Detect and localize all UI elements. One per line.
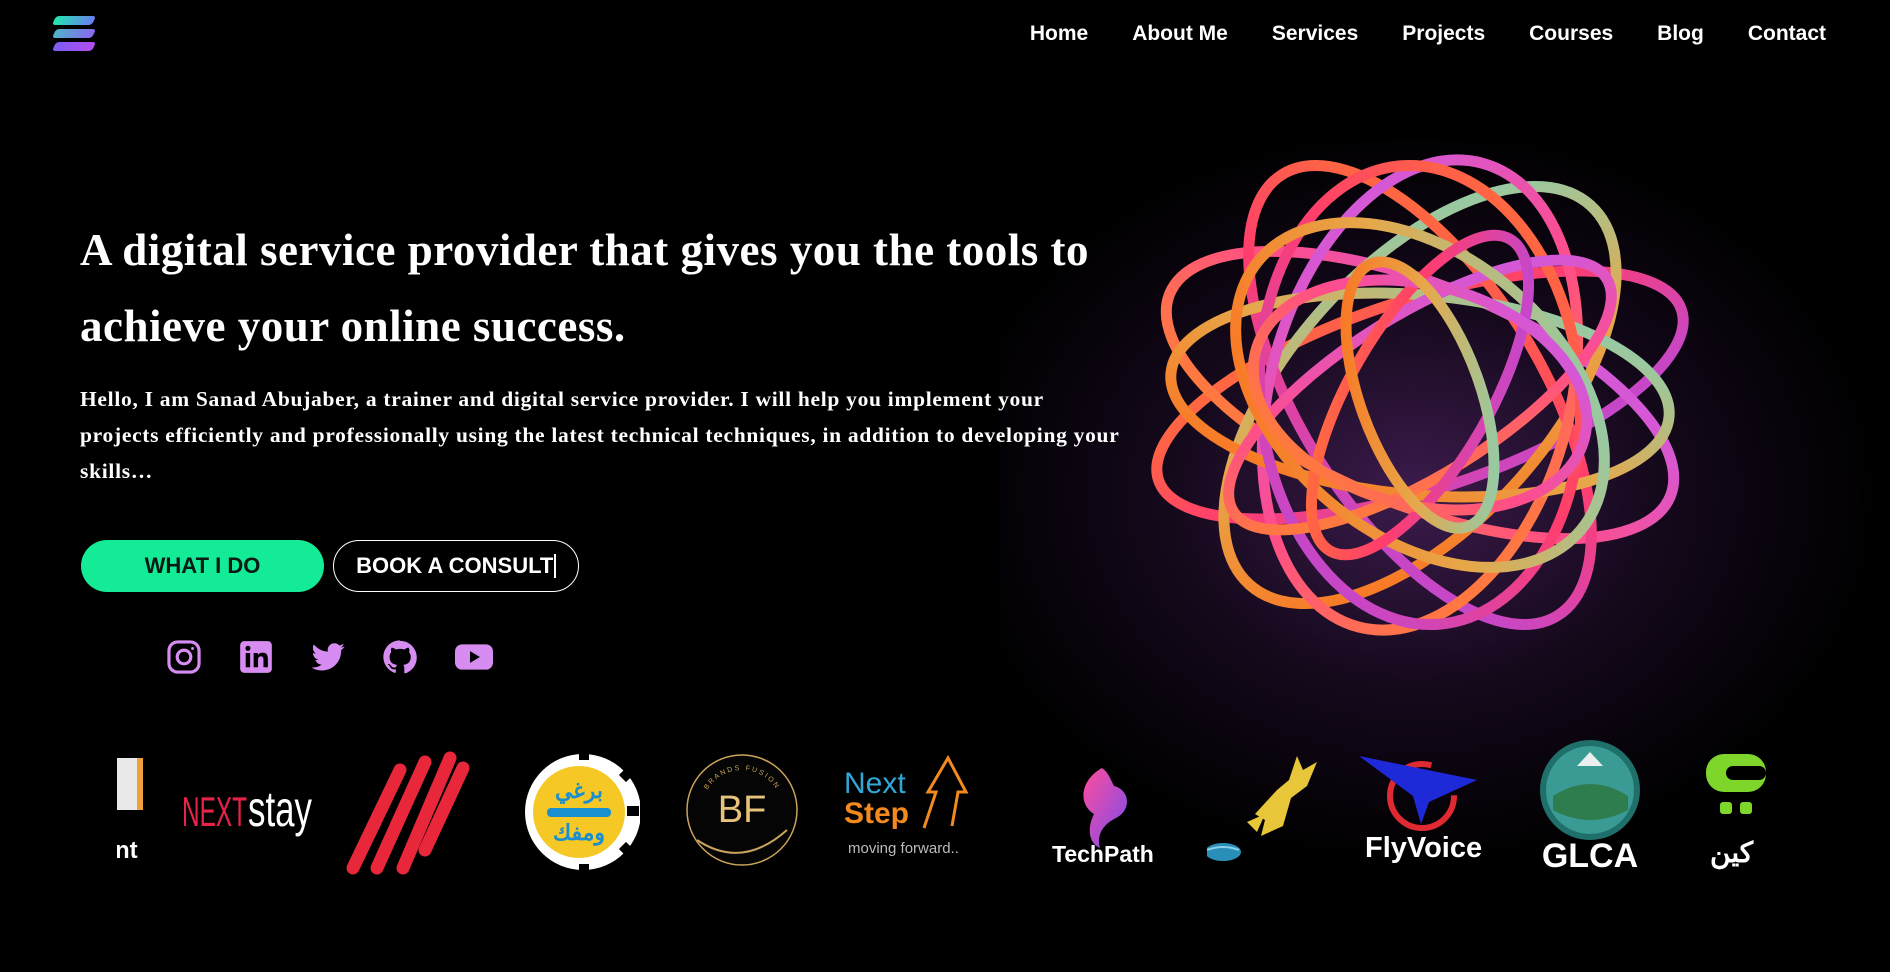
youtube-icon[interactable] — [453, 638, 495, 676]
brand-logo-techpath: TechPath — [1052, 768, 1154, 867]
nav-services[interactable]: Services — [1272, 22, 1358, 46]
flyvoice-text: FlyVoice — [1365, 832, 1482, 864]
brands-fusion-mark: BF — [718, 789, 767, 831]
brand-logo-partial-right: كين — [1706, 754, 1766, 870]
arabic-badge-line2: ومفك — [553, 820, 605, 846]
arabic-badge-line1: برغي — [555, 778, 603, 804]
nav-contact[interactable]: Contact — [1748, 22, 1826, 46]
text-caret — [554, 554, 556, 578]
nav-projects[interactable]: Projects — [1402, 22, 1485, 46]
social-links — [165, 638, 495, 676]
partial-right-text: كين — [1710, 837, 1754, 870]
github-icon[interactable] — [381, 638, 419, 676]
nextstay-right-text: stay — [248, 781, 312, 837]
partial-brand-text: nt — [117, 837, 138, 864]
brand-logo-next-step: Next Step moving forward.. — [844, 754, 969, 857]
book-a-consult-button[interactable]: BOOK A CONSULT — [333, 540, 579, 592]
main-nav: Home About Me Services Projects Courses … — [1030, 22, 1826, 46]
nextstep-tagline: moving forward.. — [848, 840, 959, 857]
abstract-ribbon-sphere — [1151, 154, 1689, 636]
instagram-icon[interactable] — [165, 638, 203, 676]
nav-courses[interactable]: Courses — [1529, 22, 1613, 46]
twitter-icon[interactable] — [309, 638, 347, 676]
nextstay-left-text: NEXT — [182, 788, 247, 835]
site-logo[interactable] — [51, 16, 97, 54]
brand-logo-glca: GLCA — [1540, 740, 1640, 875]
brand-logo-nextstay: NEXT stay — [182, 781, 312, 837]
brand-logo-red-m — [346, 751, 470, 875]
what-i-do-button[interactable]: WHAT I DO — [81, 540, 324, 592]
brand-logos-carousel: nt NEXT stay برغي ومفك BRANDS FUSION BF — [117, 740, 1767, 880]
nav-about-me[interactable]: About Me — [1132, 22, 1228, 46]
hero-headline: A digital service provider that gives yo… — [80, 225, 1090, 351]
nextstep-line1: Next — [844, 767, 906, 800]
brand-logo-gold-bird — [1207, 756, 1317, 861]
brand-logo-flyvoice: FlyVoice — [1359, 756, 1482, 864]
brand-logo-partial-left: nt — [117, 758, 143, 864]
brand-logo-arabic-gear: برغي ومفك — [525, 748, 640, 876]
linkedin-icon[interactable] — [237, 638, 275, 676]
nav-home[interactable]: Home — [1030, 22, 1088, 46]
hero-intro: Hello, I am Sanad Abujaber, a trainer an… — [80, 387, 1120, 483]
nav-blog[interactable]: Blog — [1657, 22, 1704, 46]
nextstep-line2: Step — [844, 797, 909, 830]
what-i-do-label: WHAT I DO — [144, 553, 261, 578]
glca-text: GLCA — [1542, 837, 1638, 875]
techpath-text: TechPath — [1052, 841, 1154, 867]
brand-logo-brands-fusion: BRANDS FUSION BF — [686, 754, 798, 866]
book-a-consult-label: BOOK A CONSULT — [356, 553, 554, 578]
